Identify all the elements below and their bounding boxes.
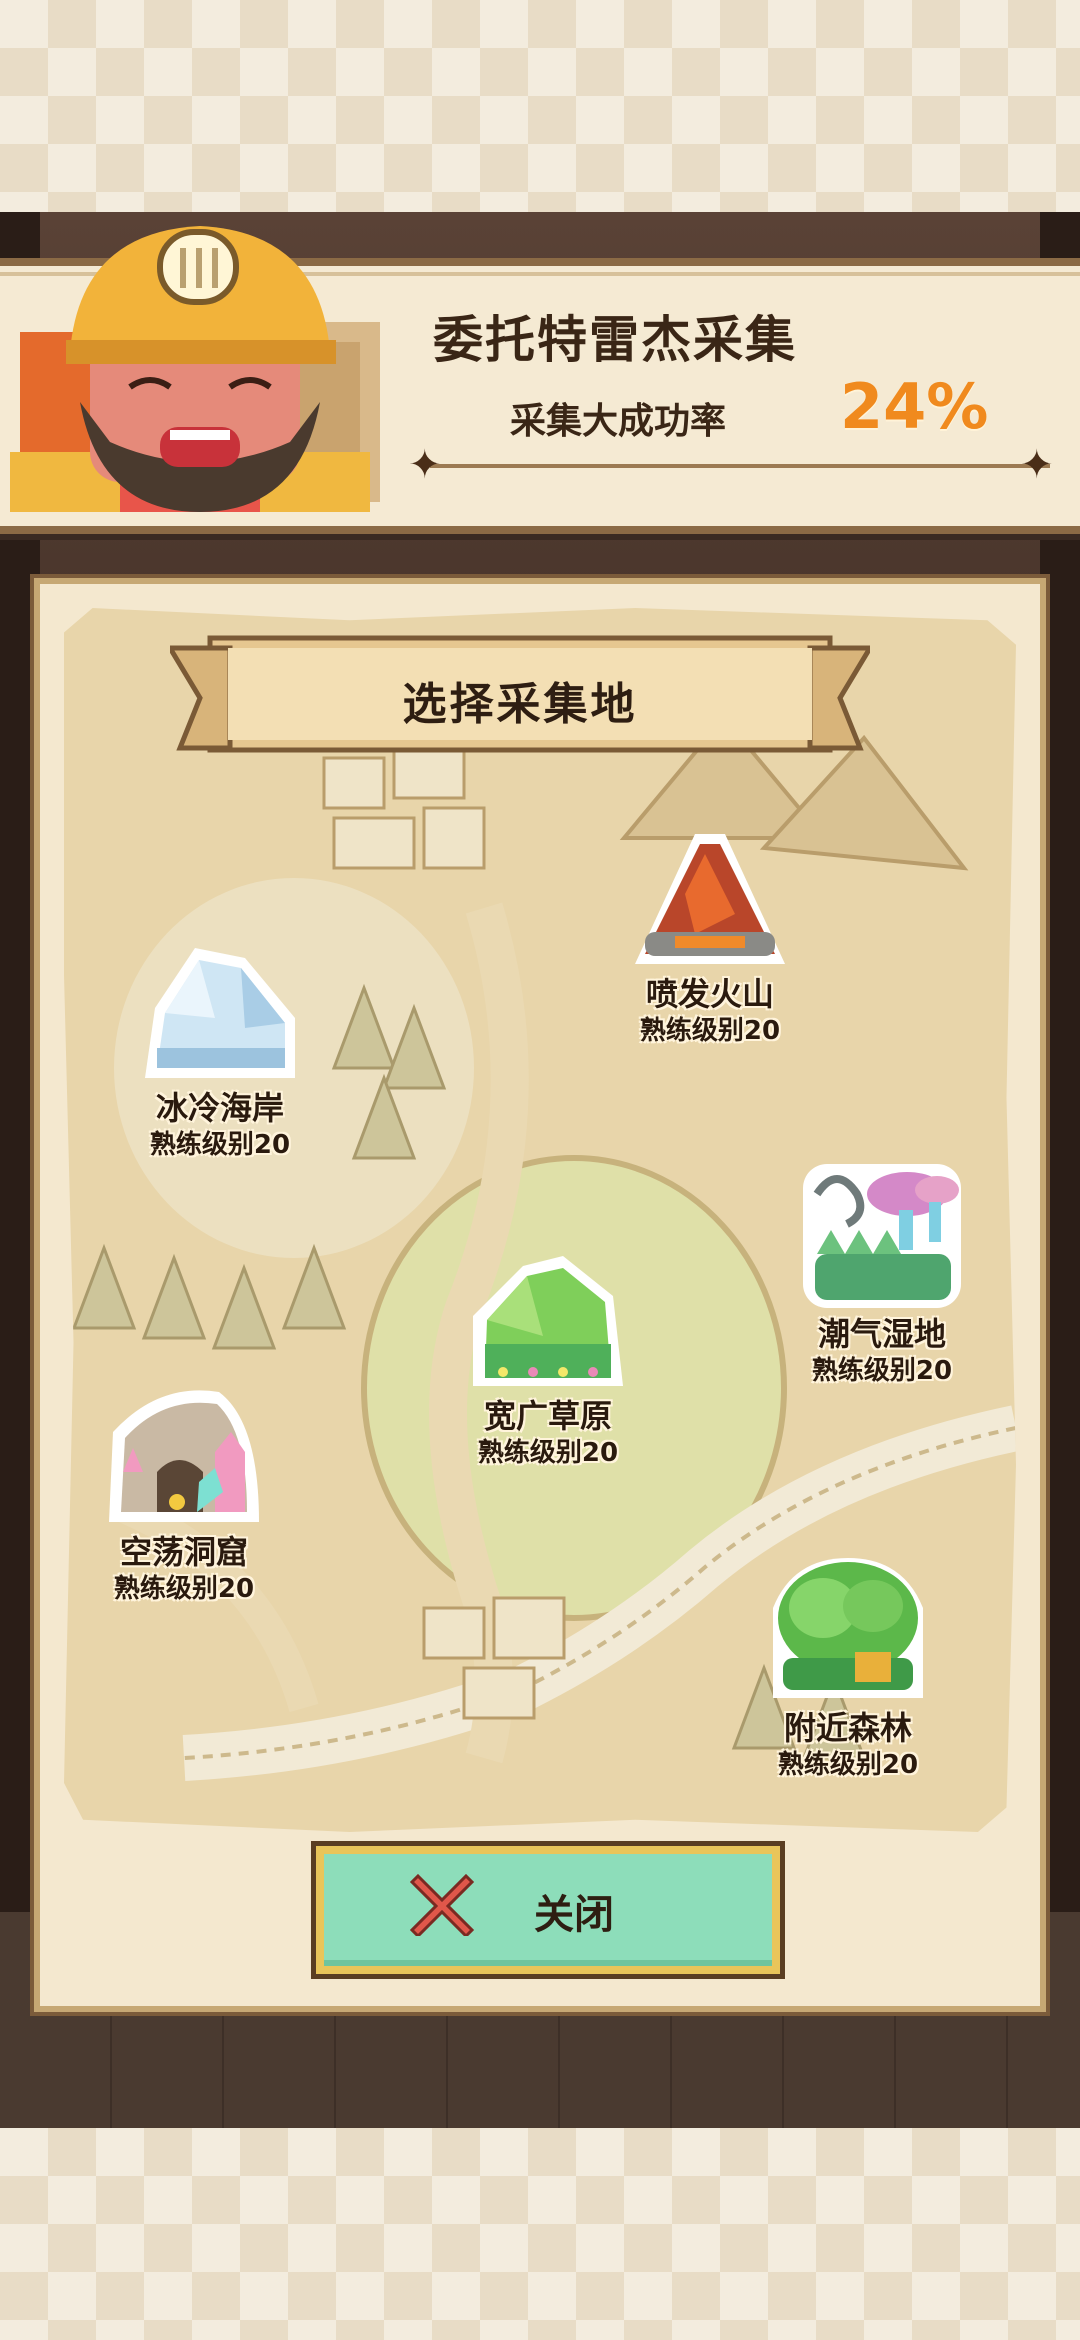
map-title: 选择采集地 bbox=[402, 679, 638, 730]
header-divider bbox=[430, 464, 1050, 468]
sparkle-right-icon: ✦ bbox=[1020, 442, 1054, 488]
parchment-map: 喷发火山 熟练级别20 冰冷海岸 熟练级别20 潮气湿地 熟练级别20 宽广草原… bbox=[64, 608, 1016, 1832]
tiled-background-top bbox=[0, 0, 1080, 212]
close-button-label: 关闭 bbox=[534, 1892, 614, 1938]
location-name: 空荡洞窟 bbox=[119, 1533, 248, 1571]
location-name: 宽广草原 bbox=[483, 1397, 612, 1435]
location-name: 潮气湿地 bbox=[817, 1315, 946, 1353]
close-button[interactable]: 关闭 bbox=[316, 1846, 780, 1974]
success-rate-value: 24% bbox=[840, 370, 989, 443]
commission-title: 委托特雷杰采集 bbox=[433, 311, 797, 369]
location-name: 喷发火山 bbox=[645, 975, 774, 1013]
mushroom-swamp-icon bbox=[803, 1164, 961, 1308]
location-forest[interactable]: 附近森林 熟练级别20 bbox=[748, 1548, 948, 1782]
crystal-cave-icon bbox=[109, 1390, 259, 1522]
miner-portrait-avatar bbox=[0, 212, 410, 512]
location-level: 熟练级别20 bbox=[811, 1356, 953, 1386]
location-level: 熟练级别20 bbox=[113, 1574, 255, 1604]
volcano-icon bbox=[635, 834, 785, 964]
forest-bush-icon bbox=[773, 1558, 923, 1698]
map-title-banner: 选择采集地 bbox=[170, 628, 870, 764]
iceberg-icon bbox=[145, 948, 295, 1078]
location-name: 冰冷海岸 bbox=[155, 1089, 284, 1127]
tiled-background-bottom bbox=[0, 2128, 1080, 2340]
sparkle-left-icon: ✦ bbox=[408, 442, 442, 488]
location-grassland[interactable]: 宽广草原 熟练级别20 bbox=[448, 1236, 648, 1470]
close-x-icon bbox=[410, 1873, 474, 1936]
location-level: 熟练级别20 bbox=[639, 1016, 781, 1046]
location-cave[interactable]: 空荡洞窟 熟练级别20 bbox=[84, 1372, 284, 1606]
location-level: 熟练级别20 bbox=[477, 1438, 619, 1468]
location-level: 熟练级别20 bbox=[149, 1130, 291, 1160]
location-name: 附近森林 bbox=[783, 1709, 912, 1747]
location-ice-coast[interactable]: 冰冷海岸 熟练级别20 bbox=[120, 928, 320, 1162]
map-panel: 喷发火山 熟练级别20 冰冷海岸 熟练级别20 潮气湿地 熟练级别20 宽广草原… bbox=[34, 578, 1046, 2012]
success-rate-label: 采集大成功率 bbox=[510, 401, 727, 442]
location-level: 熟练级别20 bbox=[777, 1750, 919, 1780]
location-wetland[interactable]: 潮气湿地 熟练级别20 bbox=[782, 1154, 982, 1388]
location-volcano[interactable]: 喷发火山 熟练级别20 bbox=[610, 814, 810, 1048]
grassland-hill-icon bbox=[473, 1256, 623, 1386]
